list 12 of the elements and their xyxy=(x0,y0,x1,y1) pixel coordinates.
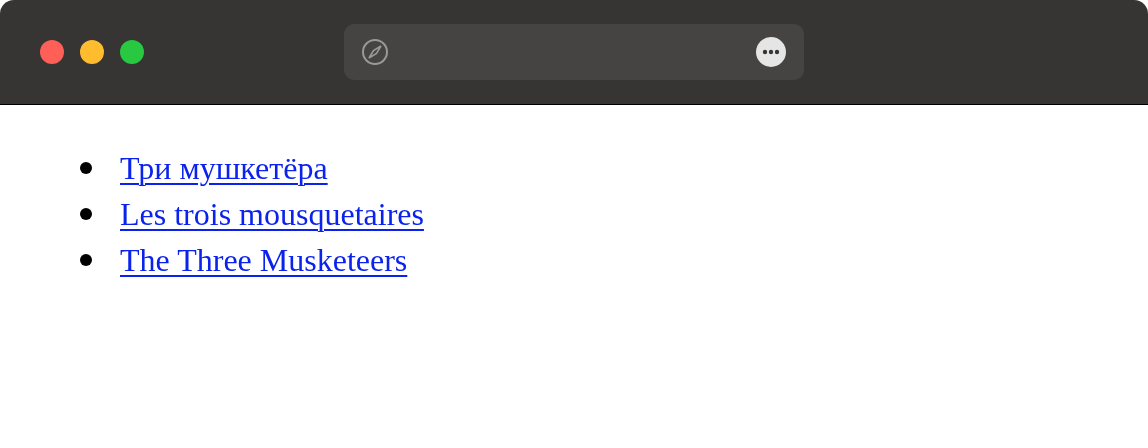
zoom-button[interactable] xyxy=(120,40,144,64)
minimize-button[interactable] xyxy=(80,40,104,64)
link[interactable]: The Three Musketeers xyxy=(120,240,408,280)
link[interactable]: Три мушкетёра xyxy=(120,148,328,188)
address-bar[interactable] xyxy=(344,24,804,80)
compass-icon xyxy=(361,38,389,66)
link[interactable]: Les trois mousquetaires xyxy=(120,194,424,234)
close-button[interactable] xyxy=(40,40,64,64)
bullet-icon xyxy=(80,162,92,174)
bullet-icon xyxy=(80,208,92,220)
more-icon[interactable] xyxy=(755,36,787,68)
bullet-icon xyxy=(80,254,92,266)
